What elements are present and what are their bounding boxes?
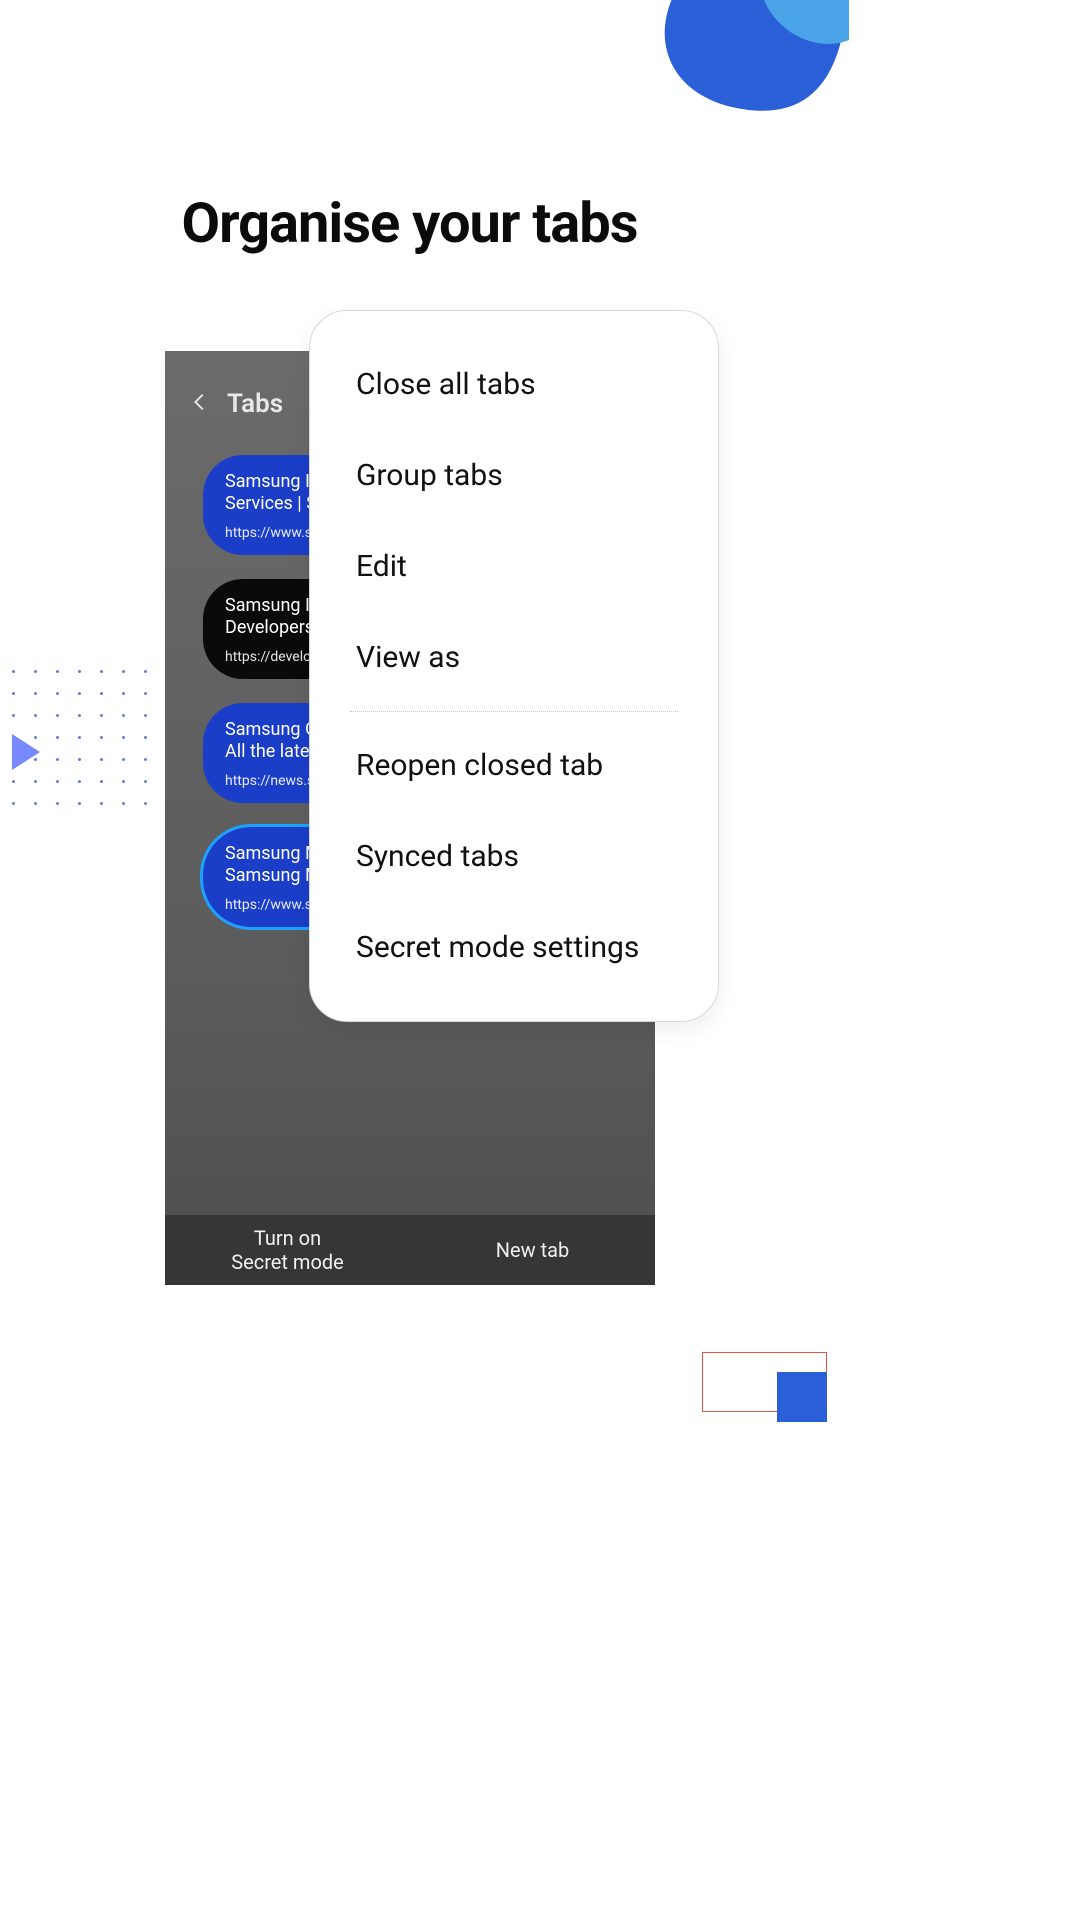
menu-item-view-as[interactable]: View as: [310, 612, 718, 703]
menu-item-group-tabs[interactable]: Group tabs: [310, 430, 718, 521]
secret-mode-button[interactable]: Turn on Secret mode: [165, 1215, 410, 1285]
decorative-dot-grid: [0, 670, 170, 820]
menu-item-reopen-closed[interactable]: Reopen closed tab: [310, 720, 718, 811]
menu-item-close-all[interactable]: Close all tabs: [310, 339, 718, 430]
secret-mode-line1: Turn on: [254, 1226, 321, 1250]
menu-separator: [350, 711, 678, 712]
secret-mode-line2: Secret mode: [231, 1250, 343, 1274]
page-title: Organise your tabs: [0, 190, 819, 256]
decorative-blob: [629, 0, 849, 150]
back-icon[interactable]: [189, 391, 211, 417]
tabs-overflow-menu: Close all tabs Group tabs Edit View as R…: [309, 310, 719, 1022]
menu-item-secret-mode-settings[interactable]: Secret mode settings: [310, 902, 718, 993]
screen-title: Tabs: [227, 389, 283, 419]
new-tab-button[interactable]: New tab: [410, 1215, 655, 1285]
play-triangle-icon: [12, 734, 40, 770]
menu-item-synced-tabs[interactable]: Synced tabs: [310, 811, 718, 902]
menu-item-edit[interactable]: Edit: [310, 521, 718, 612]
new-tab-label: New tab: [496, 1238, 570, 1262]
